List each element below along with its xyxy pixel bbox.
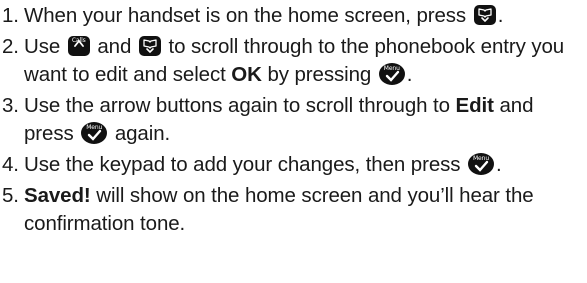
step-text: and: [91, 35, 137, 58]
step-text: Use the keypad to add your changes, then…: [24, 153, 467, 176]
menu-ok-key-icon: Menu: [468, 153, 495, 175]
step-item: 2. Use Calls and to scroll through to the…: [0, 33, 587, 89]
step-text: will show on the home screen and you’ll …: [24, 184, 534, 235]
menu-ok-key-icon: Menu: [81, 122, 108, 144]
phonebook-down-key-icon: [473, 5, 496, 25]
step-text: When your handset is on the home screen,…: [24, 4, 472, 27]
menu-ok-key-icon: Menu: [378, 63, 405, 85]
key-label: Menu: [383, 65, 400, 72]
step-text: again.: [109, 122, 171, 145]
step-emphasis: Saved!: [24, 184, 91, 207]
step-number: 1.: [2, 4, 19, 27]
step-number: 5.: [2, 184, 19, 207]
phonebook-down-key-icon: [138, 36, 161, 56]
step-emphasis: Edit: [455, 94, 494, 117]
step-text: by pressing: [261, 63, 377, 86]
step-text: .: [496, 153, 502, 176]
step-text: .: [497, 4, 504, 27]
step-number: 2.: [2, 35, 19, 58]
key-label: Menu: [86, 124, 103, 131]
step-item: 4. Use the keypad to add your changes, th…: [0, 151, 587, 179]
step-emphasis: OK: [231, 63, 262, 86]
calls-up-key-icon: Calls: [67, 36, 90, 56]
instruction-steps: 1. When your handset is on the home scree…: [0, 0, 587, 238]
step-item: 3. Use the arrow buttons again to scroll …: [0, 92, 587, 148]
step-text: .: [406, 63, 413, 86]
step-item: 1. When your handset is on the home scree…: [0, 2, 587, 30]
step-text: Use: [24, 35, 66, 58]
key-label: Menu: [472, 155, 490, 162]
step-number: 4.: [2, 153, 19, 176]
step-item: 5. Saved! will show on the home screen an…: [0, 182, 587, 238]
step-number: 3.: [2, 94, 19, 117]
step-text: Use the arrow buttons again to scroll th…: [24, 94, 456, 117]
key-label: Calls: [71, 37, 86, 44]
